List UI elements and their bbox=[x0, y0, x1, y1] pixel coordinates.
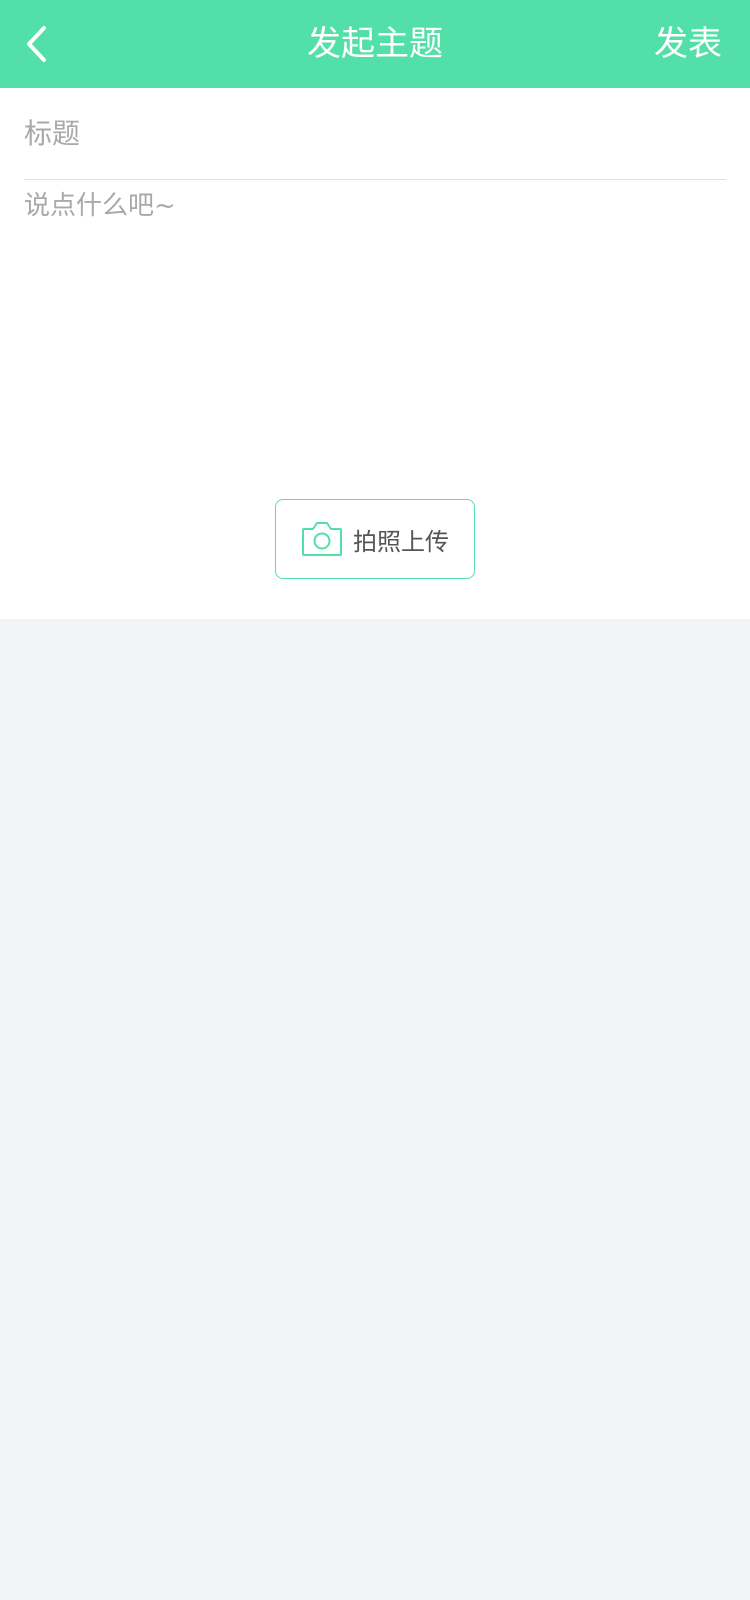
camera-icon bbox=[302, 522, 342, 556]
chevron-left-icon bbox=[27, 26, 46, 62]
title-input[interactable] bbox=[24, 88, 726, 180]
page-title: 发起主题 bbox=[307, 24, 443, 64]
photo-upload-button[interactable]: 拍照上传 bbox=[275, 499, 475, 579]
post-editor: 拍照上传 bbox=[0, 88, 750, 619]
back-button[interactable] bbox=[14, 19, 58, 69]
publish-button[interactable]: 发表 bbox=[654, 0, 722, 88]
upload-label: 拍照上传 bbox=[353, 527, 449, 556]
header-bar: 发起主题 发表 bbox=[0, 0, 750, 88]
content-textarea[interactable] bbox=[24, 188, 726, 468]
